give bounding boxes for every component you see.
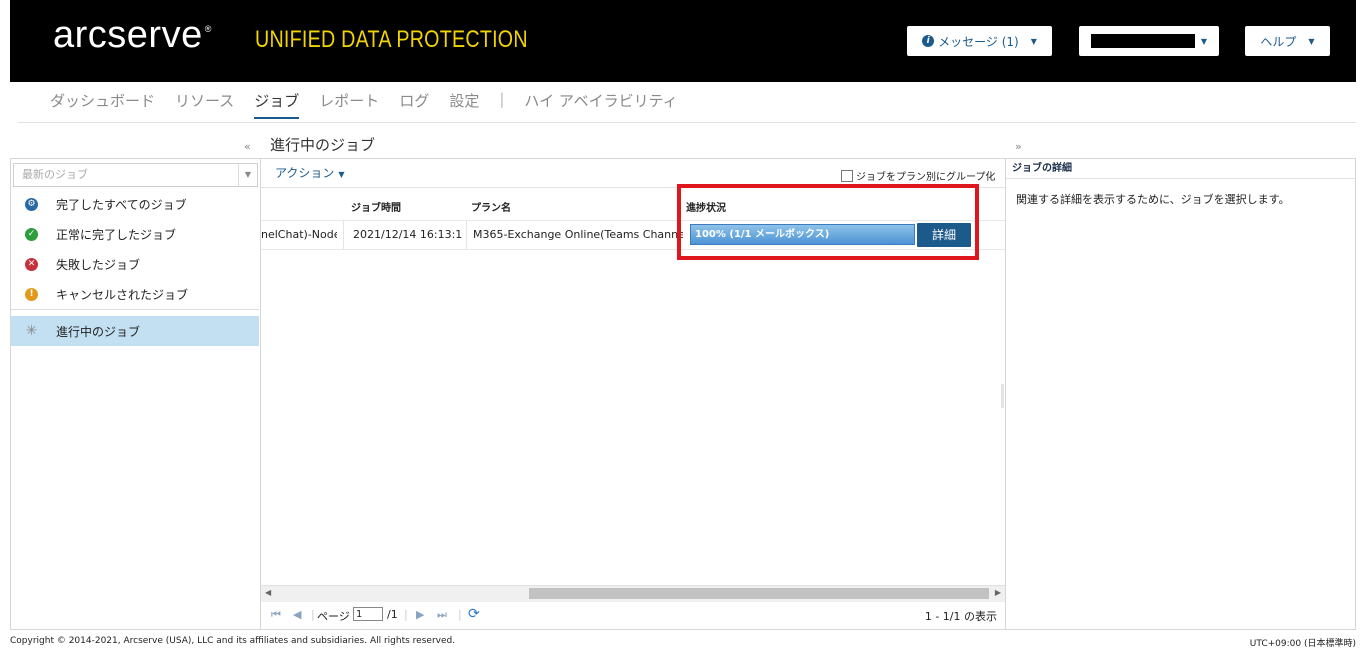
cell-node: nelChat)-Node — [261, 228, 337, 241]
job-filter-panel: 最新のジョブ ▼ ⚙ 完了したすべてのジョブ ✓ 正常に完了したジョブ ✕ 失敗… — [10, 158, 260, 630]
horizontal-scrollbar[interactable]: ◀ ▶ — [261, 585, 1005, 602]
user-menu-button[interactable]: ▼ — [1079, 26, 1219, 56]
pager-separator: | — [311, 608, 315, 621]
copyright-text: Copyright © 2014-2021, Arcserve (USA), L… — [10, 636, 456, 646]
pagination-bar: ⏮ ◀ | ページ 1 /1 | ▶ ⏭ | ⟳ 1 - 1/1 の表示 — [261, 602, 1005, 629]
messages-button[interactable]: i メッセージ (1) ▼ — [907, 26, 1052, 56]
spinner-icon: ✳ — [25, 323, 38, 339]
filter-all-completed[interactable]: ⚙ 完了したすべてのジョブ — [11, 189, 259, 219]
nav-high-availability[interactable]: ハイ アベイラビリティ — [524, 90, 677, 111]
last-page-icon[interactable]: ⏭ — [437, 608, 447, 622]
nav-settings[interactable]: 設定 — [449, 90, 479, 111]
page-number-input[interactable]: 1 — [353, 607, 383, 621]
nav-divider — [18, 122, 1356, 123]
filter-in-progress[interactable]: ✳ 進行中のジョブ — [11, 316, 259, 346]
check-circle-icon: ✓ — [25, 227, 38, 241]
right-splitter-handle[interactable] — [1001, 384, 1004, 408]
filter-failed[interactable]: ✕ 失敗したジョブ — [11, 249, 259, 279]
column-divider — [466, 221, 467, 249]
filter-cancelled[interactable]: ! キャンセルされたジョブ — [11, 279, 259, 309]
nav-jobs[interactable]: ジョブ — [254, 90, 300, 119]
job-detail-title: ジョブの詳細 — [1006, 159, 1355, 179]
cell-plan-name: M365-Exchange Online(Teams ChannelChat) — [473, 228, 683, 241]
cell-job-time: 2021/12/14 16:13:19 — [353, 228, 463, 241]
page-title: 進行中のジョブ — [270, 136, 376, 154]
chevron-down-icon: ▼ — [338, 170, 345, 179]
timezone-text: UTC+09:00 (日本標準時) — [1249, 639, 1356, 649]
progress-highlight-box — [677, 184, 979, 260]
recent-jobs-combo[interactable]: 最新のジョブ ▼ — [13, 163, 258, 187]
info-icon: i — [922, 35, 935, 47]
expand-right-icon[interactable]: » — [1015, 140, 1022, 153]
pager-separator: | — [404, 608, 408, 621]
page-range-text: 1 - 1/1 の表示 — [924, 610, 997, 623]
group-by-plan-checkbox[interactable]: ジョブをプラン別にグループ化 — [841, 168, 995, 183]
action-menu-button[interactable]: アクション ▼ — [275, 164, 345, 181]
gear-icon: ⚙ — [25, 197, 38, 211]
column-job-time[interactable]: ジョブ時間 — [351, 199, 401, 214]
prev-page-icon[interactable]: ◀ — [293, 608, 301, 621]
column-plan-name[interactable]: プラン名 — [471, 199, 511, 214]
collapse-left-icon[interactable]: « — [244, 140, 251, 153]
nav-reports[interactable]: レポート — [319, 90, 379, 111]
filter-successful[interactable]: ✓ 正常に完了したジョブ — [11, 219, 259, 249]
next-page-icon[interactable]: ▶ — [416, 608, 424, 621]
refresh-icon[interactable]: ⟳ — [468, 606, 480, 622]
error-circle-icon: ✕ — [25, 257, 38, 271]
app-header: arcserve ® UNIFIED DATA PROTECTION i メッセー… — [10, 0, 1356, 82]
job-detail-panel: ジョブの詳細 関連する詳細を表示するために、ジョブを選択します。 — [1006, 158, 1356, 630]
help-button[interactable]: ヘルプ ▼ — [1245, 26, 1330, 56]
first-page-icon[interactable]: ⏮ — [271, 608, 281, 622]
product-name: UNIFIED DATA PROTECTION — [255, 26, 528, 53]
nav-resources[interactable]: リソース — [175, 90, 234, 111]
scroll-left-icon[interactable]: ◀ — [265, 588, 271, 597]
nav-logs[interactable]: ログ — [399, 90, 429, 111]
pager-separator: | — [458, 608, 462, 621]
warning-circle-icon: ! — [25, 287, 38, 301]
redacted-username — [1090, 34, 1195, 48]
scrollbar-thumb[interactable] — [529, 588, 989, 599]
chevron-down-icon: ▼ — [1030, 36, 1037, 46]
chevron-down-icon[interactable]: ▼ — [238, 164, 257, 186]
scroll-right-icon[interactable]: ▶ — [995, 588, 1001, 597]
arcserve-logo: arcserve ® — [53, 14, 212, 56]
job-detail-message: 関連する詳細を表示するために、ジョブを選択します。 — [1016, 193, 1290, 206]
nav-separator: | — [499, 90, 505, 108]
filter-divider — [11, 309, 259, 310]
page-label: ページ — [317, 610, 350, 623]
chevron-down-icon: ▼ — [1200, 36, 1208, 46]
main-nav: ダッシュボード リソース ジョブ レポート ログ 設定 | ハイ アベイラビリテ… — [50, 90, 698, 119]
column-divider — [343, 221, 344, 249]
checkbox-box[interactable] — [841, 169, 853, 182]
nav-dashboard[interactable]: ダッシュボード — [50, 90, 155, 111]
chevron-down-icon: ▼ — [1308, 36, 1315, 46]
page-total: /1 — [387, 608, 398, 621]
